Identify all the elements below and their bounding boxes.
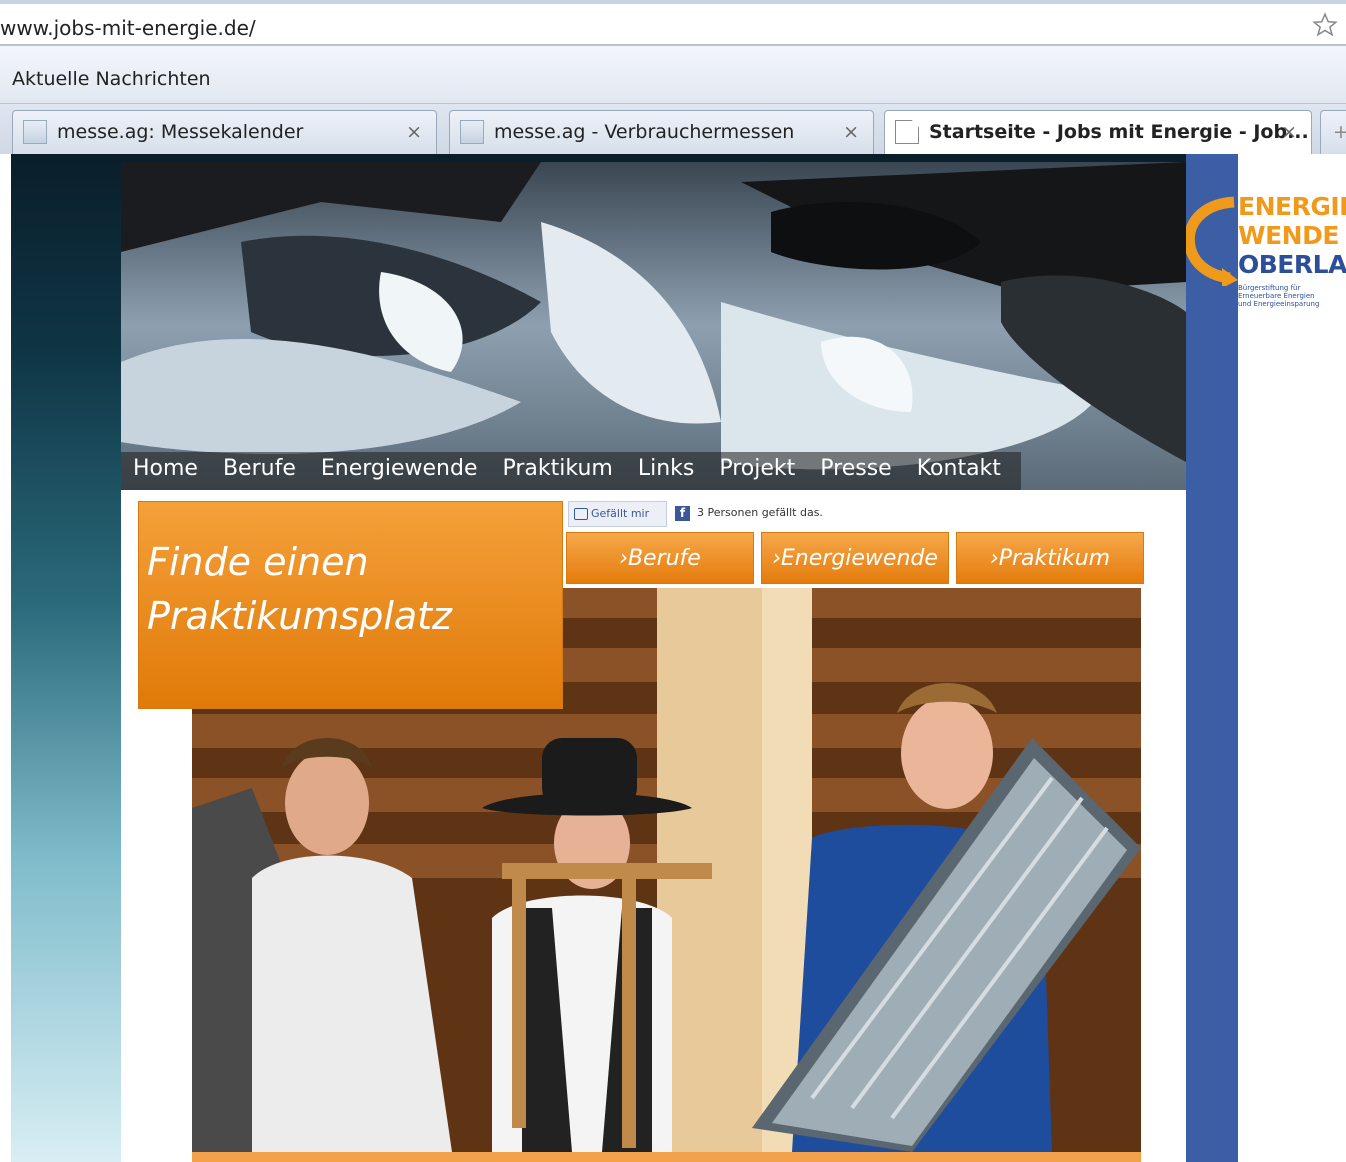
like-count-text: 3 Personen gefällt das. — [697, 506, 823, 519]
promo-line-1: Finde einen — [147, 540, 369, 584]
like-label: Gefällt mir — [591, 507, 650, 520]
nav-list: Home Berufe Energiewende Praktikum Links… — [133, 456, 1026, 481]
logo-subtitle: Bürgerstiftung für Erneuerbare Energien … — [1238, 284, 1320, 308]
tab-verbrauchermessen[interactable]: messe.ag - Verbrauchermessen × — [449, 110, 874, 154]
facebook-icon: f — [675, 506, 690, 521]
nav-item-projekt[interactable]: Projekt — [719, 456, 795, 481]
tab-title: messe.ag - Verbrauchermessen — [494, 121, 795, 143]
tab-title: messe.ag: Messekalender — [57, 121, 304, 143]
promo-line-2: Praktikumsplatz — [147, 594, 453, 638]
nav-item-links[interactable]: Links — [638, 456, 695, 481]
logo-arrow-icon — [1183, 196, 1238, 286]
tab-startseite-active[interactable]: Startseite - Jobs mit Energie - Job... × — [884, 110, 1312, 156]
favicon-icon — [460, 120, 484, 144]
nav-item-praktikum[interactable]: Praktikum — [503, 456, 613, 481]
close-tab-icon[interactable]: × — [406, 121, 422, 143]
tab-messekalender[interactable]: messe.ag: Messekalender × — [12, 110, 437, 154]
thumbs-up-icon — [574, 508, 588, 520]
logo-line-oberland: OBERLAND — [1238, 250, 1346, 279]
main-navigation: Home Berufe Energiewende Praktikum Links… — [121, 452, 1186, 490]
nav-item-home[interactable]: Home — [133, 456, 198, 481]
new-tab-icon: + — [1333, 121, 1346, 143]
promo-box[interactable]: Finde einen Praktikumsplatz — [138, 501, 563, 709]
page-background: ENERGIE WENDE OBERLAND Bürgerstiftung fü… — [11, 154, 1346, 1162]
document-icon — [895, 120, 919, 144]
new-tab-button[interactable]: + — [1320, 110, 1346, 154]
button-praktikum[interactable]: ›Praktikum — [956, 532, 1144, 584]
close-tab-icon[interactable]: × — [1281, 121, 1297, 143]
facebook-like-widget: Gefällt mir f 3 Personen gefällt das. — [566, 500, 1066, 528]
facebook-like-button[interactable]: Gefällt mir — [568, 501, 667, 527]
bookmark-aktuelle-nachrichten[interactable]: Aktuelle Nachrichten — [12, 68, 211, 90]
bookmarks-bar: Aktuelle Nachrichten — [0, 46, 1346, 104]
header-water-image — [121, 162, 1186, 490]
bookmark-star-icon[interactable] — [1312, 12, 1338, 38]
nav-item-presse[interactable]: Presse — [820, 456, 891, 481]
footer-orange-strip — [192, 1152, 1141, 1162]
address-bar[interactable]: www.jobs-mit-energie.de/ — [0, 0, 1346, 46]
button-berufe[interactable]: ›Berufe — [566, 532, 754, 584]
logo-line-energie: ENERGIE — [1238, 192, 1346, 221]
logo-line-wende: WENDE — [1238, 221, 1339, 250]
nav-item-kontakt[interactable]: Kontakt — [917, 456, 1001, 481]
site-content: Home Berufe Energiewende Praktikum Links… — [121, 162, 1186, 1162]
favicon-icon — [23, 120, 47, 144]
tab-strip: messe.ag: Messekalender × messe.ag - Ver… — [0, 104, 1346, 156]
button-energiewende[interactable]: ›Energiewende — [761, 532, 949, 584]
nav-item-berufe[interactable]: Berufe — [223, 456, 296, 481]
energiewende-oberland-logo[interactable]: ENERGIE WENDE OBERLAND Bürgerstiftung fü… — [1183, 192, 1346, 332]
nav-item-energiewende[interactable]: Energiewende — [321, 456, 478, 481]
close-tab-icon[interactable]: × — [843, 121, 859, 143]
url-text[interactable]: www.jobs-mit-energie.de/ — [0, 16, 256, 40]
tab-title: Startseite - Jobs mit Energie - Job... — [929, 121, 1309, 143]
